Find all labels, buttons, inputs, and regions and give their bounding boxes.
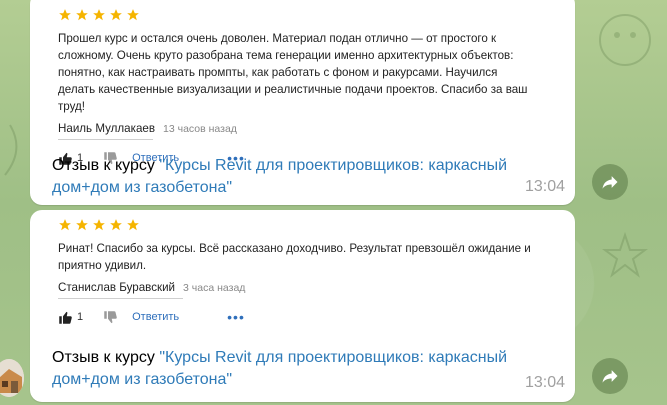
message-caption: Отзыв к курсу "Курсы Revit для проектиро… xyxy=(52,155,552,199)
message-bubble[interactable]: Прошел курс и остался очень доволен. Мат… xyxy=(30,0,575,205)
message-caption: Отзыв к курсу "Курсы Revit для проектиро… xyxy=(52,347,552,391)
review-author: Станислав Буравский xyxy=(58,281,176,294)
author-underline xyxy=(58,298,183,299)
doodle-face-icon xyxy=(599,14,651,66)
review-actions: 1 Ответить ••• xyxy=(58,308,558,326)
more-options-icon[interactable]: ••• xyxy=(227,310,245,324)
message-time: 13:04 xyxy=(524,374,565,391)
review-card: Прошел курс и остался очень доволен. Мат… xyxy=(58,6,558,167)
doodle-leaf-icon xyxy=(4,124,18,176)
rating-stars xyxy=(58,6,558,24)
doodle-star-icon xyxy=(602,231,648,278)
review-time-ago: 3 часа назад xyxy=(183,282,246,294)
caption-prefix: Отзыв к курсу xyxy=(52,157,160,174)
review-author: Наиль Муллакаев xyxy=(58,122,156,135)
rating-stars xyxy=(58,216,558,234)
review-text: Прошел курс и остался очень доволен. Мат… xyxy=(58,32,528,113)
reply-link[interactable]: Ответить xyxy=(132,311,179,323)
star-icon xyxy=(127,9,139,21)
star-icon xyxy=(110,9,122,21)
star-icon xyxy=(76,219,88,231)
star-icon xyxy=(110,219,122,231)
star-icon xyxy=(127,219,139,231)
review-text: Ринат! Спасибо за курсы. Всё рассказано … xyxy=(58,242,531,272)
message-bubble[interactable]: Ринат! Спасибо за курсы. Всё рассказано … xyxy=(30,210,575,402)
share-button[interactable] xyxy=(592,164,628,200)
star-icon xyxy=(76,9,88,21)
star-icon xyxy=(59,9,71,21)
thumbs-up-icon[interactable] xyxy=(58,310,73,325)
star-icon xyxy=(93,219,105,231)
share-button[interactable] xyxy=(592,358,628,394)
review-time-ago: 13 часов назад xyxy=(163,123,237,135)
message-time: 13:04 xyxy=(524,178,565,195)
review-card: Ринат! Спасибо за курсы. Всё рассказано … xyxy=(58,216,558,326)
thumbs-down-icon[interactable] xyxy=(103,310,118,325)
share-arrow-icon xyxy=(602,370,618,383)
star-icon xyxy=(59,219,71,231)
like-count: 1 xyxy=(77,311,84,323)
caption-prefix: Отзыв к курсу xyxy=(52,349,160,366)
share-arrow-icon xyxy=(602,176,618,189)
review-meta: Наиль Муллакаев 13 часов назад xyxy=(58,122,558,140)
review-meta: Станислав Буравский 3 часа назад xyxy=(58,281,558,299)
star-icon xyxy=(93,9,105,21)
author-underline xyxy=(58,139,153,140)
